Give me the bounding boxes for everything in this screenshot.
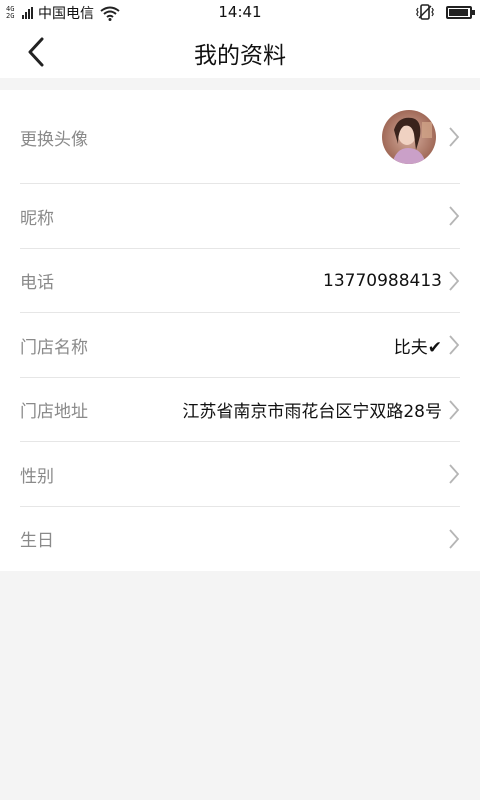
row-value: 13770988413 [323, 270, 442, 291]
status-bar: 4G 2G 中国电信 14:41 [0, 0, 480, 26]
chevron-right-icon [449, 464, 460, 484]
profile-list: 更换头像 昵称 电话 13770988413 门店名称 比夫✔ 门店地址 江苏省… [0, 90, 480, 571]
row-value: 江苏省南京市雨花台区宁双路28号 [182, 402, 442, 423]
chevron-right-icon [449, 529, 460, 549]
row-store-name[interactable]: 门店名称 比夫✔ [0, 313, 480, 378]
status-right [416, 4, 475, 20]
chevron-right-icon [449, 400, 460, 420]
avatar[interactable] [382, 110, 436, 164]
status-time: 14:41 [218, 3, 262, 21]
chevron-right-icon [449, 271, 460, 291]
row-label: 生日 [20, 531, 54, 552]
row-phone[interactable]: 电话 13770988413 [0, 249, 480, 314]
row-label: 门店名称 [20, 337, 88, 358]
row-label: 电话 [20, 273, 54, 294]
row-change-avatar[interactable]: 更换头像 [0, 90, 480, 184]
row-store-address[interactable]: 门店地址 江苏省南京市雨花台区宁双路28号 [0, 378, 480, 443]
row-label: 门店地址 [20, 402, 88, 423]
battery-level-fill [449, 8, 468, 16]
chevron-right-icon [449, 206, 460, 226]
row-birthday[interactable]: 生日 [0, 507, 480, 572]
chevron-right-icon [449, 127, 460, 147]
row-label: 更换头像 [20, 129, 88, 150]
chevron-right-icon [449, 335, 460, 355]
page-title: 我的资料 [194, 43, 286, 69]
battery-icon [446, 5, 475, 19]
row-label: 性别 [20, 466, 54, 487]
row-value: 比夫✔ [393, 337, 442, 358]
row-nickname[interactable]: 昵称 [0, 184, 480, 249]
navigation-bar: 我的资料 [0, 26, 480, 78]
row-label: 昵称 [20, 208, 54, 229]
row-gender[interactable]: 性别 [0, 442, 480, 507]
vibrate-icon [416, 4, 434, 20]
